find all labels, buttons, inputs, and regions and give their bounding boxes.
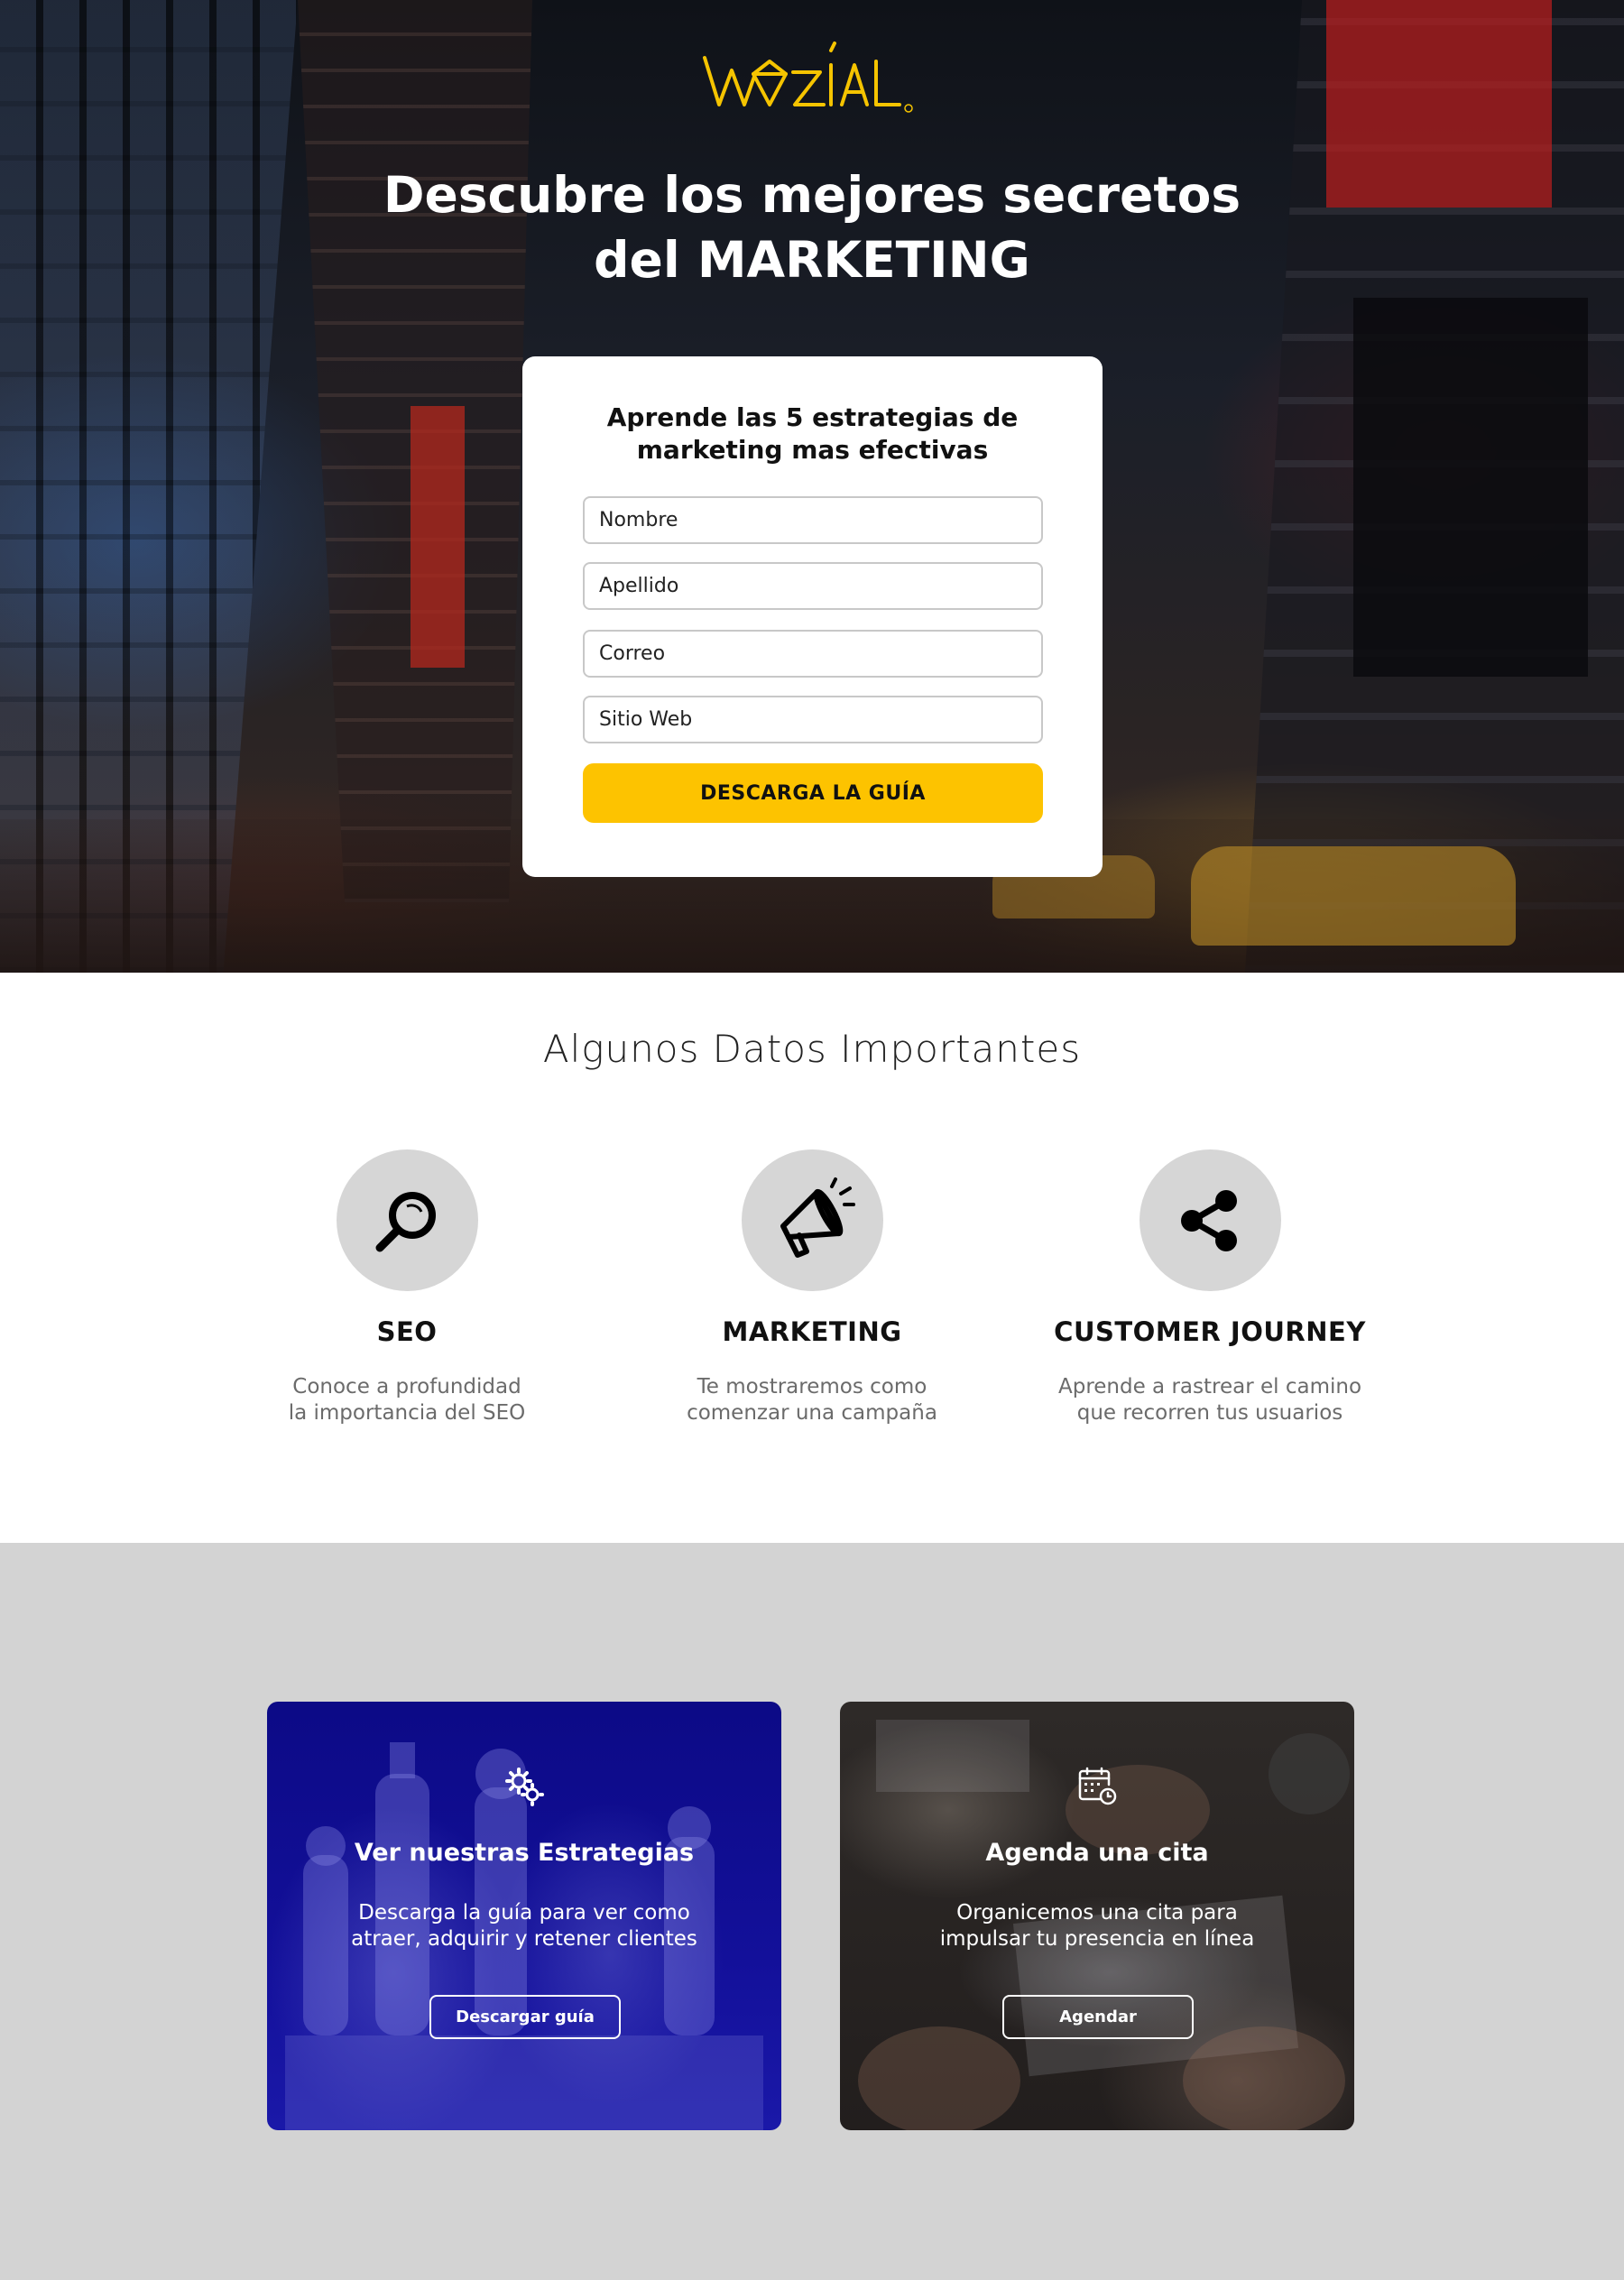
cta-description-line: atraer, adquirir y retener clientes (351, 1927, 697, 1951)
form-title-line1: Aprende las 5 estrategias de (606, 402, 1019, 432)
feature-title: SEO (376, 1316, 438, 1347)
wozial-logo[interactable] (699, 38, 925, 115)
feature-icon-circle (741, 1149, 883, 1291)
hero-title-line1: Descubre los mejores secretos (383, 166, 1241, 224)
cta-description-line: impulsar tu presencia en línea (939, 1927, 1255, 1951)
cta-description: Organicemos una cita para impulsar tu pr… (894, 1900, 1300, 1952)
correo-field[interactable] (583, 630, 1043, 678)
feature-description-line: la importancia del SEO (288, 1401, 526, 1425)
agendar-button[interactable]: Agendar (1002, 1995, 1194, 2039)
nombre-field[interactable] (583, 496, 1043, 544)
feature-icon-circle (1139, 1149, 1281, 1291)
cta-description-line: Organicemos una cita para (956, 1901, 1238, 1925)
magnifier-icon (375, 1191, 436, 1251)
datos-title: Algunos Datos Importantes (542, 1027, 1082, 1071)
feature-description-line: que recorren tus usuarios (1076, 1401, 1343, 1425)
feature-description-line: Aprende a rastrear el camino (1057, 1375, 1362, 1398)
megaphone-icon (780, 1177, 855, 1258)
feature-description: Conoce a profundidad la importancia del … (217, 1374, 596, 1426)
gears-icon (505, 1768, 544, 1806)
feature-customer-journey: CUSTOMER JOURNEY Aprende a rastrear el c… (1020, 1149, 1399, 1426)
form-title: Aprende las 5 estrategias de marketing m… (558, 402, 1066, 466)
cta-title: Ver nuestras Estrategias (354, 1839, 695, 1867)
feature-seo: SEO Conoce a profundidad la importancia … (217, 1149, 596, 1426)
feature-marketing: MARKETING Te mostraremos como comenzar u… (623, 1149, 1001, 1426)
apellido-field[interactable] (583, 562, 1043, 610)
feature-title: CUSTOMER JOURNEY (1054, 1316, 1366, 1347)
sitio-web-field[interactable] (583, 696, 1043, 743)
background-taxi (1191, 846, 1516, 946)
feature-description-line: Te mostraremos como (697, 1375, 927, 1398)
cta-description: Descarga la guía para ver como atraer, a… (321, 1900, 727, 1952)
calendar-clock-icon (1078, 1767, 1117, 1805)
cta-card-agenda: Agenda una cita Organicemos una cita par… (840, 1702, 1354, 2130)
descargar-guia-button[interactable]: Descargar guía (429, 1995, 621, 2039)
descarga-guia-button[interactable]: DESCARGA LA GUÍA (583, 763, 1043, 823)
background-screen (1353, 298, 1588, 677)
feature-title: MARKETING (722, 1316, 902, 1347)
cta-card-estrategias: Ver nuestras Estrategias Descarga la guí… (267, 1702, 781, 2130)
cta-description-line: Descarga la guía para ver como (358, 1901, 690, 1925)
feature-description: Aprende a rastrear el camino que recorre… (1020, 1374, 1399, 1426)
background-billboard (1326, 0, 1552, 208)
cta-title: Agenda una cita (985, 1839, 1209, 1867)
background-sign (411, 406, 465, 668)
feature-description: Te mostraremos como comenzar una campaña (623, 1374, 1001, 1426)
lead-form-card: Aprende las 5 estrategias de marketing m… (522, 356, 1103, 877)
hero-title: Descubre los mejores secretos del MARKET… (271, 162, 1353, 292)
hero-section: Descubre los mejores secretos del MARKET… (0, 0, 1624, 973)
share-icon (1181, 1189, 1237, 1251)
cta-section: Ver nuestras Estrategias Descarga la guí… (0, 1543, 1624, 2280)
form-title-line2: marketing mas efectivas (636, 435, 989, 465)
feature-description-line: Conoce a profundidad (292, 1375, 521, 1398)
datos-section: Algunos Datos Importantes SEO Conoce a p… (0, 973, 1624, 1543)
feature-icon-circle (336, 1149, 478, 1291)
hero-title-line2: del MARKETING (594, 231, 1030, 289)
feature-description-line: comenzar una campaña (687, 1401, 937, 1425)
